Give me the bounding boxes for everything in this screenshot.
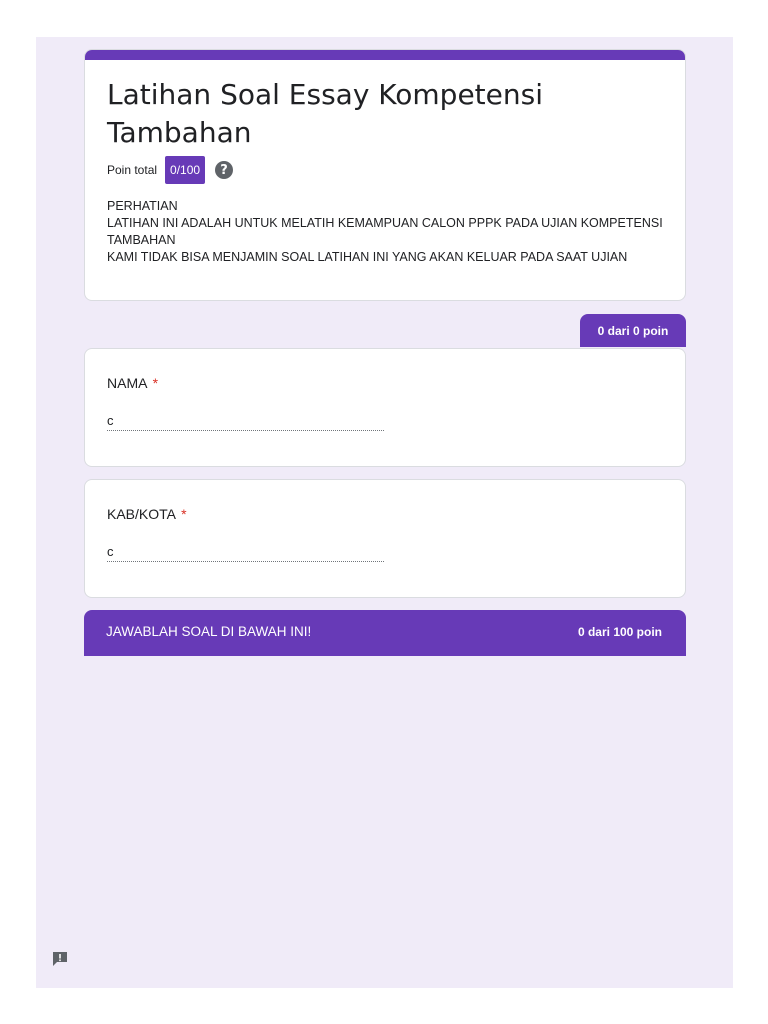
question-label: KAB/KOTA * — [107, 506, 187, 522]
total-points: Poin total 0/100 ? — [107, 156, 234, 184]
question-title: KAB/KOTA — [107, 506, 176, 522]
answer-field[interactable]: c — [107, 411, 384, 431]
question-card-nama: NAMA * c — [84, 348, 686, 467]
section-header: JAWABLAH SOAL DI BAWAH INI! 0 dari 100 p… — [84, 610, 686, 656]
required-asterisk: * — [152, 375, 159, 391]
description-line: LATIHAN INI ADALAH UNTUK MELATIH KEMAMPU… — [107, 216, 663, 247]
form-viewport: Latihan Soal Essay Kompetensi Tambahan P… — [36, 37, 733, 988]
report-feedback-button[interactable] — [50, 949, 70, 969]
accent-bar — [85, 50, 685, 60]
question-label: NAMA * — [107, 375, 158, 391]
form-description: PERHATIAN LATIHAN INI ADALAH UNTUK MELAT… — [107, 198, 677, 266]
question-title: NAMA — [107, 375, 147, 391]
help-circle-icon[interactable]: ? — [215, 161, 234, 179]
points-label: Poin total — [107, 163, 158, 177]
form-title: Latihan Soal Essay Kompetensi Tambahan — [107, 78, 543, 149]
feedback-icon — [53, 952, 67, 966]
description-line: PERHATIAN — [107, 199, 178, 213]
section-title: JAWABLAH SOAL DI BAWAH INI! — [106, 624, 312, 639]
section-score: 0 dari 100 poin — [577, 625, 662, 639]
form-header-card: Latihan Soal Essay Kompetensi Tambahan P… — [84, 49, 686, 301]
answer-field[interactable]: c — [107, 542, 384, 562]
question-card-kab-kota: KAB/KOTA * c — [84, 479, 686, 598]
section-score-badge: 0 dari 0 poin — [580, 314, 686, 347]
required-asterisk: * — [181, 506, 187, 522]
description-line: KAMI TIDAK BISA MENJAMIN SOAL LATIHAN IN… — [107, 250, 628, 264]
points-badge: 0/100 — [165, 156, 206, 184]
